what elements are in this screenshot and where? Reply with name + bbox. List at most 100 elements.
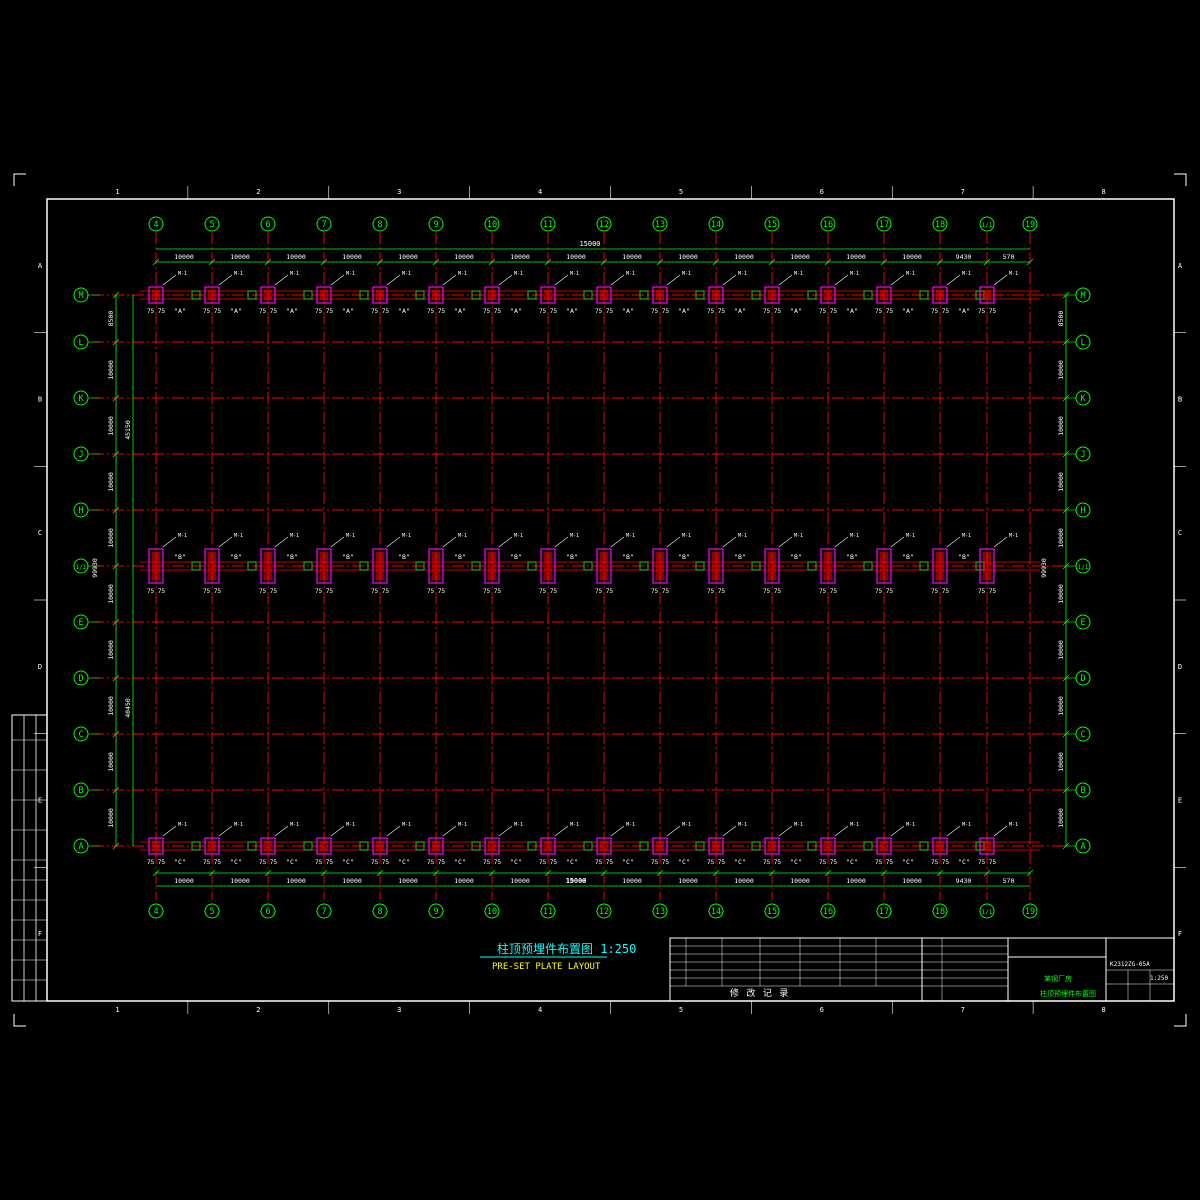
- plate-size: 75 75: [819, 859, 837, 866]
- bay-dimension-label: 10000: [790, 877, 810, 885]
- plate-core: [320, 552, 328, 580]
- plate-size: 75 75: [595, 588, 613, 595]
- row-dimension-label: 10000: [1057, 528, 1065, 548]
- bay-dimension-label: 9430: [956, 877, 972, 885]
- bay-dimension-label: 10000: [230, 253, 250, 261]
- plate-core: [768, 552, 776, 580]
- plate-core: [712, 552, 720, 580]
- plate-size: 75 75: [978, 308, 996, 315]
- bay-dimension-label: 10000: [398, 877, 418, 885]
- plate-type-label: "A": [398, 307, 410, 315]
- row-axis-right: K: [1080, 394, 1086, 404]
- column-axis-top: 7: [321, 220, 326, 230]
- column-axis-top: 15: [767, 220, 777, 230]
- plate-tag: M-1: [850, 533, 859, 539]
- column-axis-top: 1/1: [982, 222, 993, 229]
- plate-size: 75 75: [203, 308, 221, 315]
- plate-core: [936, 841, 944, 851]
- bay-dimension-label: 10000: [846, 877, 866, 885]
- mid-dimension-label: 99930: [91, 558, 99, 578]
- plate-size: 75 75: [539, 588, 557, 595]
- plate-tag: M-1: [626, 533, 635, 539]
- plate-size: 75 75: [259, 859, 277, 866]
- plate-core: [264, 841, 272, 851]
- column-axis-bottom: 15: [767, 907, 777, 917]
- mid-dimension-label: 99930: [1040, 558, 1048, 578]
- plate-type-label: "C": [286, 858, 298, 866]
- plate-type-label: "B": [734, 553, 746, 561]
- plate-core: [264, 552, 272, 580]
- row-axis-right: A: [1080, 842, 1085, 852]
- plate-tag: M-1: [234, 271, 243, 277]
- row-dimension-label: 10000: [1057, 472, 1065, 492]
- column-axis-top: 13: [655, 220, 665, 230]
- plate-type-label: "B": [342, 553, 354, 561]
- plate-type-label: "C": [958, 858, 970, 866]
- plate-tag: M-1: [570, 533, 579, 539]
- drawing-title-sub: PRE-SET PLATE LAYOUT: [492, 962, 601, 972]
- plate-type-label: "B": [174, 553, 186, 561]
- plate-size: 75 75: [978, 859, 996, 866]
- plate-core: [712, 841, 720, 851]
- plate-core: [488, 290, 496, 300]
- bay-dimension-label: 10000: [902, 877, 922, 885]
- plate-size: 75 75: [763, 859, 781, 866]
- plate-core: [432, 290, 440, 300]
- column-axis-bottom: 4: [153, 907, 158, 917]
- row-dimension-label: 10000: [1057, 584, 1065, 604]
- plate-tag: M-1: [794, 533, 803, 539]
- plate-tag: M-1: [738, 822, 747, 828]
- plate-type-label: "A": [566, 307, 578, 315]
- plate-type-label: "B": [790, 553, 802, 561]
- plate-type-label: "B": [566, 553, 578, 561]
- plate-type-label: "A": [958, 307, 970, 315]
- bay-dimension-label: 10000: [622, 253, 642, 261]
- bay-dimension-label: 10000: [174, 253, 194, 261]
- plate-type-label: "B": [902, 553, 914, 561]
- plate-tag: M-1: [402, 533, 411, 539]
- plate-tag: M-1: [1009, 533, 1018, 539]
- plate-type-label: "C": [846, 858, 858, 866]
- plate-size: 75 75: [371, 859, 389, 866]
- plate-core: [824, 552, 832, 580]
- plate-size: 75 75: [651, 588, 669, 595]
- plate-core: [320, 290, 328, 300]
- plate-tag: M-1: [290, 271, 299, 277]
- bay-dimension-label: 10000: [678, 253, 698, 261]
- plate-tag: M-1: [794, 822, 803, 828]
- plate-size: 75 75: [875, 588, 893, 595]
- plate-size: 75 75: [483, 588, 501, 595]
- row-axis-left: 1/1: [76, 564, 87, 571]
- plate-core: [488, 841, 496, 851]
- plate-size: 75 75: [539, 859, 557, 866]
- bay-dimension-label: 570: [1003, 877, 1015, 885]
- ruler-row-label-left: B: [38, 396, 42, 404]
- column-axis-bottom: 18: [935, 907, 945, 917]
- row-axis-right: L: [1080, 338, 1085, 348]
- row-axis-right: H: [1080, 506, 1085, 516]
- bay-dimension-label: 10000: [342, 253, 362, 261]
- plate-core: [488, 552, 496, 580]
- plate-core: [208, 290, 216, 300]
- drawing-name: 柱顶预埋件布置图: [1040, 989, 1096, 998]
- row-dimension-label: 10000: [107, 416, 115, 436]
- plate-tag: M-1: [906, 271, 915, 277]
- plate-size: 75 75: [147, 859, 165, 866]
- bay-dimension-label: 570: [1003, 253, 1015, 261]
- ruler-row-label-left: F: [38, 930, 42, 938]
- ruler-row-label-left: E: [38, 797, 42, 805]
- plate-type-label: "B": [678, 553, 690, 561]
- row-axis-right: D: [1080, 674, 1085, 684]
- plate-tag: M-1: [402, 822, 411, 828]
- plate-type-label: "A": [342, 307, 354, 315]
- plate-type-label: "C": [622, 858, 634, 866]
- project-name: 某钢厂房: [1044, 974, 1072, 983]
- column-axis-top: 4: [153, 220, 158, 230]
- overall-row-dimension-label: 40450: [124, 698, 132, 718]
- plate-core: [824, 841, 832, 851]
- plate-tag: M-1: [682, 533, 691, 539]
- plate-type-label: "C": [678, 858, 690, 866]
- column-axis-bottom: 13: [655, 907, 665, 917]
- plate-size: 75 75: [315, 308, 333, 315]
- plate-core: [376, 552, 384, 580]
